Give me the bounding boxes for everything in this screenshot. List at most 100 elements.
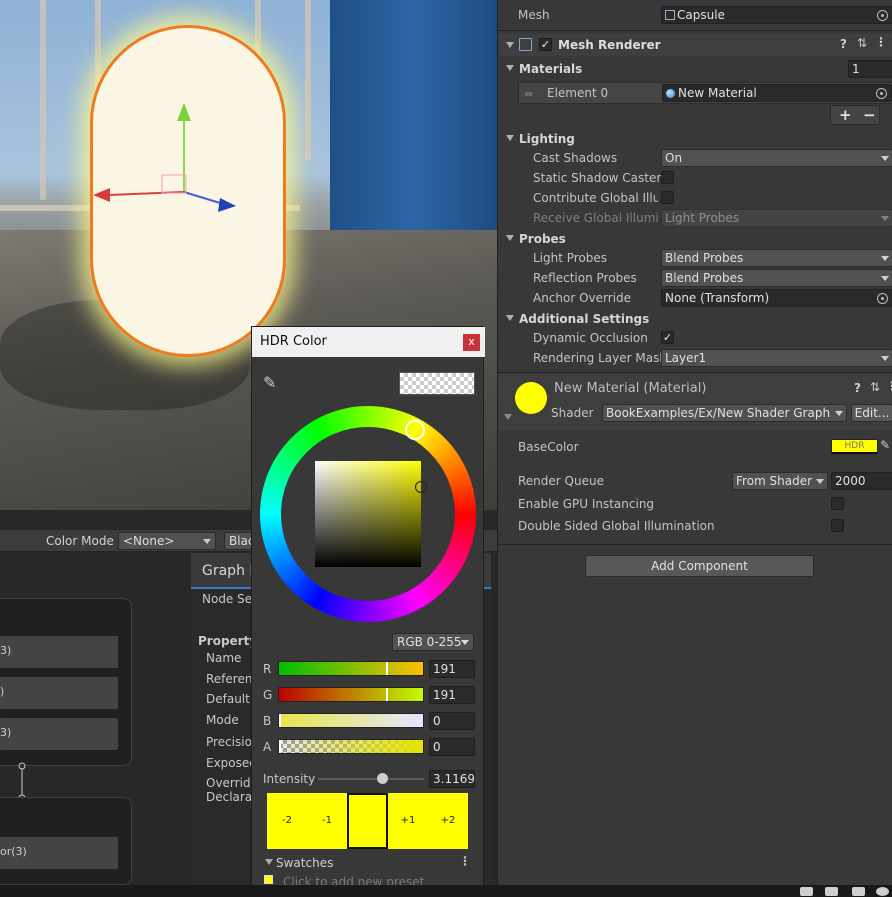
lighting-title: Lighting <box>519 132 575 146</box>
channel-a-thumb[interactable] <box>279 740 281 753</box>
lighting-icon[interactable] <box>852 887 865 896</box>
hue-handle[interactable] <box>405 420 425 440</box>
node-port-row[interactable]: 3) <box>0 636 118 668</box>
foldout-arrow-icon[interactable] <box>506 135 514 141</box>
kebab-menu-icon[interactable]: ⋮ <box>459 854 471 868</box>
channel-g-slider[interactable] <box>278 687 424 702</box>
channel-g-field[interactable]: 191 <box>429 686 475 704</box>
color-mode-value: <None> <box>123 534 175 548</box>
exposure-preset-current[interactable] <box>347 793 388 849</box>
rendering-layer-dropdown[interactable]: Layer1 <box>661 349 892 367</box>
reflection-probes-dropdown[interactable]: Blend Probes <box>661 269 892 287</box>
mesh-renderer-header[interactable]: ✓ Mesh Renderer ? ⇅ ⋮ <box>498 34 892 56</box>
channel-b-field[interactable]: 0 <box>429 712 475 730</box>
probes-header[interactable]: Probes <box>498 229 892 249</box>
material-header[interactable]: New Material (Material) ? ⇅ ⋮ Shader Boo… <box>498 374 892 430</box>
channel-g-thumb[interactable] <box>386 688 388 701</box>
object-picker-icon[interactable] <box>877 10 888 21</box>
foldout-arrow-icon[interactable] <box>506 235 514 241</box>
channel-a-value: 0 <box>433 740 441 754</box>
color-mode-dropdown[interactable]: <None> <box>118 532 216 550</box>
element0-field[interactable]: New Material <box>662 84 892 102</box>
add-component-button[interactable]: Add Component <box>585 555 814 577</box>
tab-node-settings[interactable]: Node Se <box>202 592 252 606</box>
gpu-instancing-checkbox[interactable] <box>831 497 844 510</box>
z-axis-arrow[interactable] <box>218 198 236 212</box>
base-color-swatch[interactable]: HDR <box>831 439 878 454</box>
node-port-row[interactable]: 3) <box>0 718 118 750</box>
gizmo-plane-handle[interactable] <box>161 174 187 194</box>
property-reference-label: Referen <box>206 672 253 686</box>
static-shadow-checkbox[interactable] <box>661 171 674 184</box>
settings-icon[interactable] <box>876 887 889 896</box>
x-axis-arrow[interactable] <box>93 188 110 202</box>
double-sided-gi-checkbox[interactable] <box>831 519 844 532</box>
kebab-menu-icon[interactable]: ⋮ <box>886 379 892 393</box>
foldout-arrow-icon[interactable] <box>506 315 514 321</box>
exposure-preset-minus2[interactable]: -2 <box>267 793 307 849</box>
remove-element-button[interactable]: − <box>863 106 876 124</box>
channel-b-thumb[interactable] <box>279 714 281 727</box>
lighting-header[interactable]: Lighting <box>498 129 892 149</box>
picker-titlebar[interactable]: HDR Color <box>252 327 485 357</box>
dynamic-occlusion-checkbox[interactable]: ✓ <box>661 331 674 344</box>
object-picker-icon[interactable] <box>877 293 888 304</box>
intensity-slider[interactable] <box>318 778 424 780</box>
channel-a-slider[interactable] <box>278 739 424 754</box>
intensity-thumb[interactable] <box>377 773 388 784</box>
object-picker-icon[interactable] <box>876 88 887 99</box>
shader-dropdown[interactable]: BookExamples/Ex/New Shader Graph <box>602 404 847 422</box>
component-enabled-checkbox[interactable]: ✓ <box>539 38 552 51</box>
channel-r-field[interactable]: 191 <box>429 660 475 678</box>
channel-r-slider[interactable] <box>278 661 424 676</box>
edit-shader-button[interactable]: Edit... <box>851 404 892 422</box>
anchor-override-field[interactable]: None (Transform) <box>661 289 892 307</box>
help-icon[interactable]: ? <box>840 37 847 51</box>
presets-icon[interactable]: ⇅ <box>870 380 880 394</box>
intensity-field[interactable]: 3.11692 <box>429 770 475 788</box>
foldout-arrow-icon[interactable] <box>506 65 514 71</box>
cast-shadows-dropdown[interactable]: On <box>661 149 892 167</box>
y-axis-arrow[interactable] <box>177 103 191 121</box>
help-icon[interactable]: ? <box>854 381 861 395</box>
kebab-menu-icon[interactable]: ⋮ <box>875 35 887 49</box>
mesh-field[interactable]: Capsule <box>661 6 892 24</box>
close-button[interactable]: x <box>463 334 480 351</box>
channel-g-label: G <box>263 688 273 702</box>
bug-icon[interactable] <box>800 887 813 896</box>
material-element-row[interactable]: ═ Element 0 New Material <box>518 82 892 104</box>
eyedropper-icon[interactable]: ✎ <box>880 438 890 452</box>
sv-handle[interactable] <box>415 481 427 493</box>
add-element-button[interactable]: + <box>839 106 852 124</box>
node-port-row[interactable]: or(3) <box>0 837 118 869</box>
render-queue-dropdown[interactable]: From Shader <box>732 472 828 490</box>
contribute-gi-checkbox[interactable] <box>661 191 674 204</box>
transform-gizmo[interactable] <box>90 95 250 220</box>
picker-title: HDR Color <box>260 334 327 349</box>
saturation-value-square[interactable] <box>315 461 421 567</box>
foldout-arrow-icon[interactable] <box>265 859 273 865</box>
foldout-arrow-icon[interactable] <box>506 42 514 48</box>
preset-swatch-icon[interactable] <box>264 875 273 884</box>
additional-settings-header[interactable]: Additional Settings <box>498 309 892 329</box>
light-probes-dropdown[interactable]: Blend Probes <box>661 249 892 267</box>
node-port-row[interactable]: ) <box>0 677 118 709</box>
layers-icon[interactable] <box>825 887 838 896</box>
exposure-preset-plus1[interactable]: +1 <box>388 793 428 849</box>
exposure-preset-plus2[interactable]: +2 <box>428 793 468 849</box>
channel-a-field[interactable]: 0 <box>429 738 475 756</box>
channel-b-slider[interactable] <box>278 713 424 728</box>
channel-r-thumb[interactable] <box>386 662 388 675</box>
materials-count-field[interactable]: 1 <box>848 60 892 78</box>
presets-icon[interactable]: ⇅ <box>857 36 867 50</box>
color-mode-dropdown[interactable]: RGB 0-255 <box>392 633 474 651</box>
eyedropper-icon[interactable]: ✎ <box>263 373 276 392</box>
materials-header[interactable]: Materials 1 <box>498 59 892 79</box>
render-queue-field[interactable]: 2000 <box>831 472 892 490</box>
chevron-down-icon <box>461 640 469 645</box>
foldout-arrow-icon[interactable] <box>504 414 512 420</box>
intensity-label: Intensity <box>263 772 316 786</box>
graph-edge <box>18 762 26 802</box>
drag-handle-icon[interactable]: ═ <box>525 87 532 101</box>
exposure-preset-minus1[interactable]: -1 <box>307 793 347 849</box>
